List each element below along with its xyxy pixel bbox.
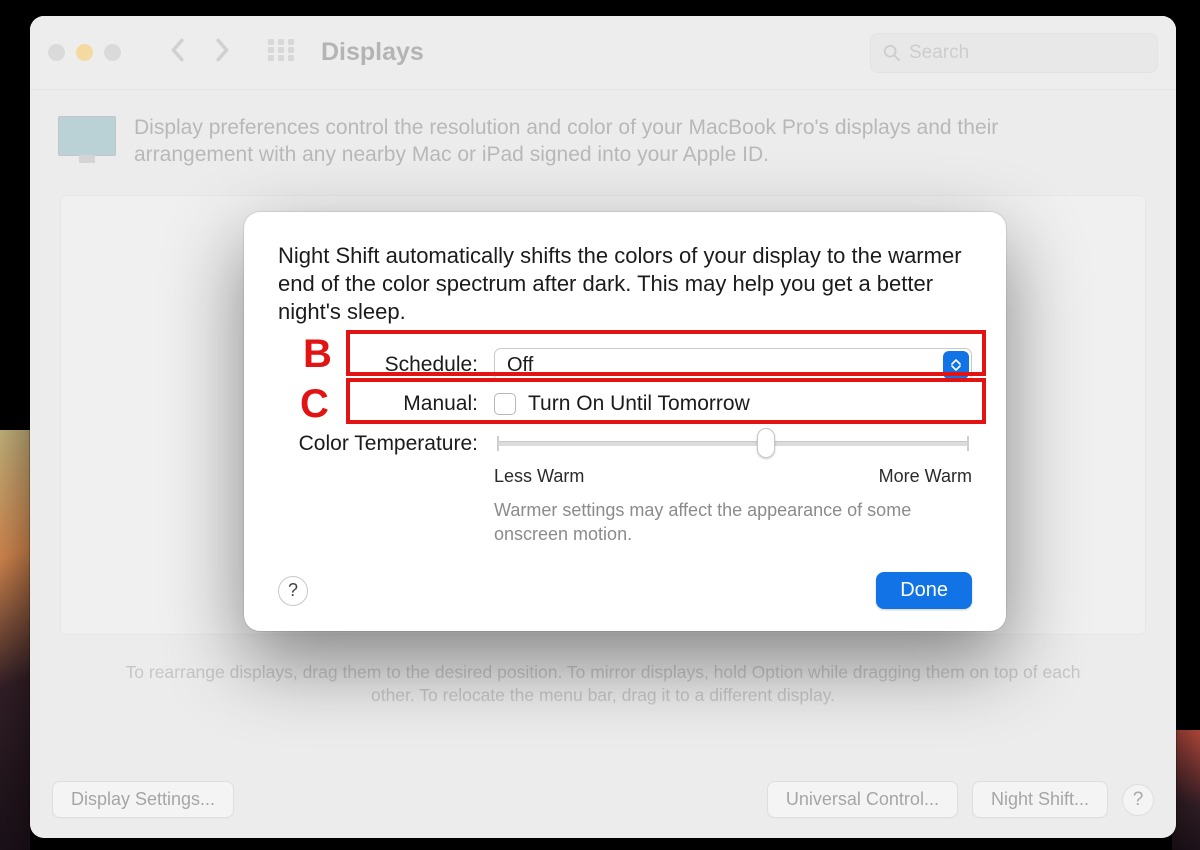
window-zoom-button[interactable] — [104, 44, 121, 61]
grid-icon — [267, 38, 295, 62]
schedule-value: Off — [507, 354, 533, 377]
window-bottom-bar: Display Settings... Universal Control...… — [30, 765, 1176, 838]
color-temperature-label: Color Temperature: — [278, 432, 482, 456]
help-icon: ? — [1133, 789, 1144, 811]
select-stepper-icon — [943, 351, 969, 379]
manual-row: Manual: Turn On Until Tomorrow — [278, 392, 972, 416]
header-description: Display preferences control the resoluti… — [134, 114, 1114, 169]
color-temperature-slider[interactable] — [494, 432, 972, 456]
annotation-label-b: B — [303, 332, 332, 377]
header-description-row: Display preferences control the resoluti… — [30, 90, 1176, 187]
display-settings-button[interactable]: Display Settings... — [52, 781, 234, 818]
night-shift-button[interactable]: Night Shift... — [972, 781, 1108, 818]
done-button[interactable]: Done — [876, 572, 972, 609]
schedule-row: Schedule: Off — [278, 348, 972, 382]
slider-tick-min — [497, 436, 499, 451]
arrangement-hint: To rearrange displays, drag them to the … — [30, 635, 1176, 708]
sheet-description: Night Shift automatically shifts the col… — [278, 242, 972, 326]
slider-end-labels: Less Warm More Warm — [494, 466, 972, 487]
window-traffic-lights — [48, 44, 121, 61]
display-thumb-icon — [58, 116, 116, 156]
chevron-left-icon — [167, 38, 187, 62]
schedule-select-wrap: Off — [494, 348, 972, 382]
slider-min-label: Less Warm — [494, 466, 584, 487]
back-button[interactable] — [167, 38, 187, 67]
manual-checkbox-label: Turn On Until Tomorrow — [528, 392, 750, 416]
manual-checkbox[interactable] — [494, 393, 516, 415]
search-placeholder: Search — [909, 42, 969, 64]
help-icon: ? — [288, 580, 298, 601]
window-titlebar: Displays Search — [30, 16, 1176, 90]
schedule-select[interactable]: Off — [494, 348, 972, 382]
slider-track — [497, 441, 969, 446]
forward-button[interactable] — [213, 38, 233, 67]
displays-preferences-window: Displays Search Display preferences cont… — [30, 16, 1176, 838]
window-title: Displays — [321, 38, 424, 67]
desktop-wallpaper-right — [1172, 730, 1200, 850]
window-minimize-button[interactable] — [76, 44, 93, 61]
slider-note: Warmer settings may affect the appearanc… — [494, 499, 924, 546]
slider-thumb[interactable] — [757, 428, 775, 458]
show-all-button[interactable] — [267, 38, 307, 67]
slider-max-label: More Warm — [879, 466, 972, 487]
nav-arrows — [167, 38, 233, 67]
sheet-help-button[interactable]: ? — [278, 576, 308, 606]
annotation-label-c: C — [300, 382, 329, 427]
search-input[interactable]: Search — [870, 33, 1158, 73]
color-temperature-row: Color Temperature: Less Warm More Warm W… — [278, 432, 972, 546]
night-shift-sheet: Night Shift automatically shifts the col… — [244, 212, 1006, 631]
window-close-button[interactable] — [48, 44, 65, 61]
search-icon — [883, 44, 901, 62]
desktop-wallpaper-left — [0, 430, 30, 850]
help-button[interactable]: ? — [1122, 784, 1154, 816]
universal-control-button[interactable]: Universal Control... — [767, 781, 958, 818]
chevron-right-icon — [213, 38, 233, 62]
slider-tick-max — [967, 436, 969, 451]
sheet-footer: ? Done — [278, 572, 972, 609]
